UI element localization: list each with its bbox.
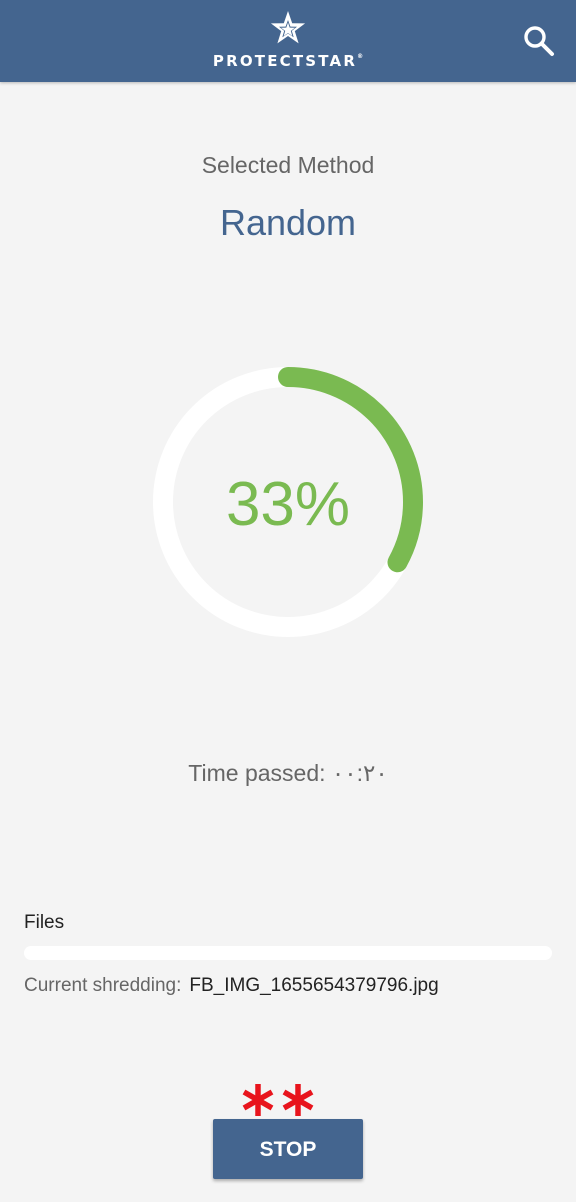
time-passed-label: Time passed: [188, 760, 326, 786]
current-shredding-file: FB_IMG_1655654379796.jpg [189, 975, 439, 996]
star-icon [270, 11, 306, 44]
selected-method-value: Random [219, 202, 357, 243]
selected-method-caption: Selected Method [201, 152, 375, 178]
annotation-asterisks [242, 1084, 314, 1116]
files-progress-bar [24, 946, 552, 960]
search-icon[interactable] [522, 24, 556, 58]
files-label: Files [24, 912, 65, 933]
app-bar: PROTECTSTAR® [0, 0, 576, 82]
protectstar-logo: PROTECTSTAR® [0, 0, 576, 82]
time-passed-value: ۰۰:۲۰ [331, 760, 388, 786]
registered-mark: ® [357, 53, 364, 60]
time-passed: Time passed: ۰۰:۲۰ [0, 760, 576, 787]
brand-name: PROTECTSTAR® [0, 52, 576, 70]
current-shredding-label: Current shredding: [24, 975, 182, 996]
brand-text: PROTECTSTAR [212, 52, 358, 70]
progress-percent: 33% [225, 470, 351, 539]
current-shredding: Current shredding: FB_IMG_1655654379796.j… [24, 975, 439, 997]
stop-button[interactable]: STOP [213, 1119, 363, 1179]
